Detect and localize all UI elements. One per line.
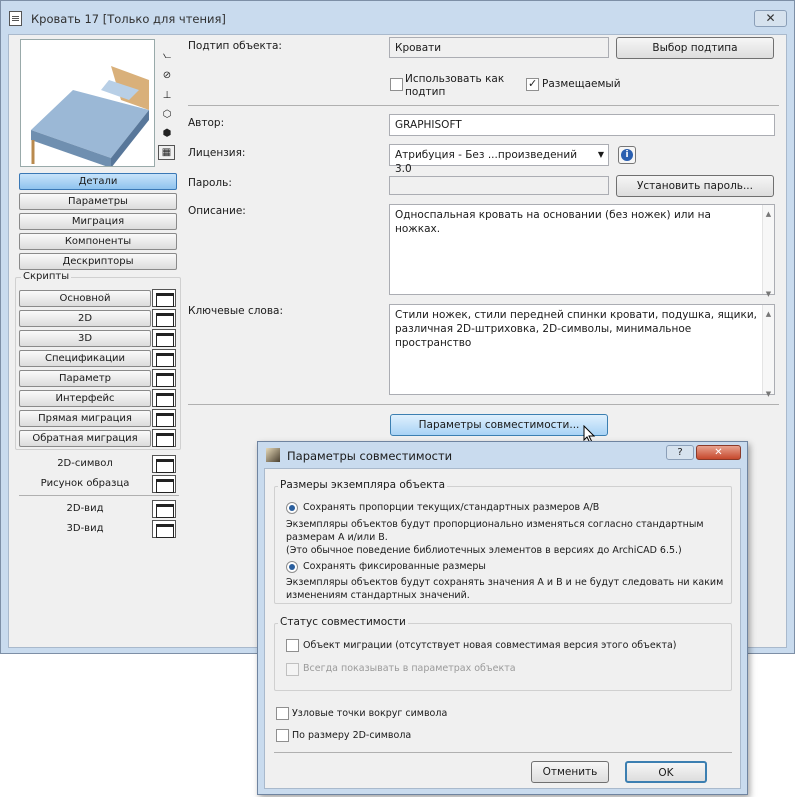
nav-descriptors-button[interactable]: Дескрипторы	[19, 253, 177, 270]
document-icon	[9, 11, 22, 26]
subtype-field: Кровати	[389, 37, 609, 58]
keep-fixed-label: Сохранять фиксированные размеры	[303, 561, 486, 572]
archicad-icon	[266, 448, 280, 462]
script-param-editor-icon[interactable]	[152, 369, 176, 387]
script-back-migration-button[interactable]: Обратная миграция	[19, 430, 151, 447]
keep-proportions-note: (Это обычное поведение библиотечных элем…	[286, 545, 682, 556]
script-spec-editor-icon[interactable]	[152, 349, 176, 367]
select-subtype-button[interactable]: Выбор подтипа	[616, 37, 774, 59]
description-text: Односпальная кровать на основании (без н…	[395, 209, 711, 235]
script-ui-editor-icon[interactable]	[152, 389, 176, 407]
placeable-checkbox[interactable]	[526, 77, 539, 91]
migration-object-checkbox[interactable]	[286, 639, 299, 652]
license-select[interactable]: Атрибуция - Без ...произведений 3.0 ▼	[389, 144, 609, 175]
compat-status-title: Статус совместимости	[278, 616, 408, 628]
preview-picture-editor-icon[interactable]	[152, 475, 176, 493]
keep-proportions-desc: Экземпляры объектов будут пропорциональн…	[286, 519, 704, 543]
script-param-button[interactable]: Параметр	[19, 370, 151, 387]
fit-2d-label: По размеру 2D-символа	[292, 730, 412, 741]
use-as-subtype-checkbox[interactable]	[390, 78, 403, 91]
script-3d-button[interactable]: 3D	[19, 330, 151, 347]
placeable-label: Размещаемый	[542, 78, 621, 90]
hotspots-label: Узловые точки вокруг символа	[292, 708, 448, 719]
scripts-title: Скрипты	[21, 271, 72, 282]
script-ui-button[interactable]: Интерфейс	[19, 390, 151, 407]
view2d-label: 2D-вид	[66, 503, 104, 514]
view-render-icon[interactable]: ▦	[158, 145, 175, 160]
hotspots-checkbox[interactable]	[276, 707, 289, 720]
dialog-body: Размеры экземпляра объекта Сохранять про…	[264, 468, 741, 789]
keywords-textarea[interactable]: Стили ножек, стили передней спинки крова…	[389, 304, 775, 398]
close-button[interactable]: ✕	[754, 10, 787, 27]
dialog-title: Параметры совместимости	[287, 449, 453, 463]
view-plan-icon[interactable]: ⊘	[160, 69, 174, 83]
password-label: Пароль:	[188, 177, 232, 189]
title-bar: Кровать 17 [Только для чтения] ✕	[1, 1, 794, 34]
script-main-editor-icon[interactable]	[152, 289, 176, 307]
script-fwd-migration-editor-icon[interactable]	[152, 409, 176, 427]
view-axon-icon[interactable]: ⦦	[160, 49, 174, 63]
view-side-icon[interactable]: ⊥	[160, 89, 174, 103]
nav-divider	[19, 495, 179, 496]
script-2d-button[interactable]: 2D	[19, 310, 151, 327]
author-label: Автор:	[188, 117, 225, 129]
window-title: Кровать 17 [Только для чтения]	[31, 12, 226, 26]
script-2d-editor-icon[interactable]	[152, 309, 176, 327]
compatibility-options-button[interactable]: Параметры совместимости...	[390, 414, 608, 436]
password-field	[389, 176, 609, 195]
script-3d-editor-icon[interactable]	[152, 329, 176, 347]
set-password-button[interactable]: Установить пароль...	[616, 175, 774, 197]
bed-preview-image	[31, 66, 149, 168]
help-button[interactable]: ?	[666, 445, 694, 460]
object-preview	[20, 39, 155, 168]
fit-2d-checkbox[interactable]	[276, 729, 289, 742]
compat-status-group	[274, 623, 732, 691]
always-show-checkbox	[286, 663, 299, 676]
script-main-button[interactable]: Основной	[19, 290, 151, 307]
view-solid-icon[interactable]: ⬢	[160, 127, 174, 141]
dialog-close-button[interactable]: ✕	[696, 445, 741, 460]
author-field[interactable]: GRAPHISOFT	[389, 114, 775, 136]
nav-details-button[interactable]: Детали	[19, 173, 177, 190]
compatibility-dialog: Параметры совместимости ? ✕ Размеры экзе…	[257, 441, 748, 795]
license-value: Атрибуция - Без ...произведений 3.0	[395, 149, 578, 175]
keep-proportions-radio[interactable]	[286, 502, 298, 514]
form-divider-2	[188, 404, 779, 405]
view3d-editor-icon[interactable]	[152, 520, 176, 538]
keywords-text: Стили ножек, стили передней спинки крова…	[395, 309, 758, 349]
nav-components-button[interactable]: Компоненты	[19, 233, 177, 250]
view2d-editor-icon[interactable]	[152, 500, 176, 518]
symbol2d-label: 2D-символ	[57, 458, 113, 469]
script-back-migration-editor-icon[interactable]	[152, 429, 176, 447]
description-label: Описание:	[188, 205, 246, 217]
form-divider	[188, 105, 779, 106]
use-as-subtype-label: Использовать как подтип	[405, 73, 505, 98]
subtype-label: Подтип объекта:	[188, 40, 282, 52]
view-wire-icon[interactable]: ⬡	[160, 108, 174, 122]
dialog-divider	[274, 752, 732, 753]
keywords-scrollbar[interactable]: ▲ ▼	[762, 305, 774, 398]
nav-migration-button[interactable]: Миграция	[19, 213, 177, 230]
description-scrollbar[interactable]: ▲ ▼	[762, 205, 774, 298]
keep-fixed-desc: Экземпляры объектов будут сохранять знач…	[286, 577, 724, 601]
chevron-down-icon: ▼	[597, 150, 604, 159]
info-icon: i	[621, 149, 633, 161]
license-info-button[interactable]: i	[618, 146, 636, 164]
symbol2d-editor-icon[interactable]	[152, 455, 176, 473]
view3d-label: 3D-вид	[66, 523, 104, 534]
script-spec-button[interactable]: Спецификации	[19, 350, 151, 367]
description-textarea[interactable]: Односпальная кровать на основании (без н…	[389, 204, 775, 298]
script-fwd-migration-button[interactable]: Прямая миграция	[19, 410, 151, 427]
instance-size-title: Размеры экземпляра объекта	[278, 479, 448, 491]
preview-picture-label: Рисунок образца	[40, 478, 130, 489]
ok-button[interactable]: OK	[625, 761, 707, 783]
always-show-label: Всегда показывать в параметрах объекта	[303, 663, 516, 674]
nav-params-button[interactable]: Параметры	[19, 193, 177, 210]
keywords-label: Ключевые слова:	[188, 305, 284, 317]
migration-object-label: Объект миграции (отсутствует новая совме…	[303, 640, 677, 651]
license-label: Лицензия:	[188, 147, 246, 159]
keep-proportions-label: Сохранять пропорции текущих/стандартных …	[303, 502, 600, 513]
keep-fixed-radio[interactable]	[286, 561, 298, 573]
cancel-button[interactable]: Отменить	[531, 761, 609, 783]
